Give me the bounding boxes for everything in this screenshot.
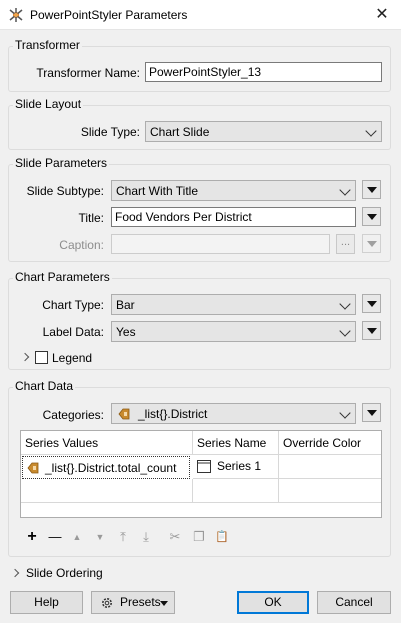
slide-subtype-label: Slide Subtype: xyxy=(26,184,104,198)
add-row-button[interactable]: + xyxy=(23,528,41,546)
help-button[interactable]: Help xyxy=(10,591,83,614)
dropdown-arrow-icon xyxy=(160,601,168,606)
attribute-icon xyxy=(27,462,39,474)
chart-type-label: Chart Type: xyxy=(42,298,104,312)
label-data-label: Label Data: xyxy=(42,325,104,339)
paste-button[interactable]: 📋 xyxy=(213,528,231,546)
dropdown-arrow-icon xyxy=(367,214,377,220)
column-header-series-values[interactable]: Series Values xyxy=(21,431,193,455)
chart-type-menu-button[interactable] xyxy=(362,294,381,313)
table-cell-series-name[interactable]: Series 1 xyxy=(193,455,279,479)
chevron-right-icon xyxy=(20,352,30,362)
cancel-button[interactable]: Cancel xyxy=(317,591,391,614)
categories-select[interactable]: _list{}.District xyxy=(111,403,356,424)
remove-row-button[interactable]: — xyxy=(46,528,64,546)
slide-ordering-expander[interactable]: Slide Ordering xyxy=(10,566,103,580)
chart-parameters-group-title: Chart Parameters xyxy=(13,270,112,284)
table-cell-empty[interactable] xyxy=(193,479,279,503)
column-header-series-name[interactable]: Series Name xyxy=(193,431,279,455)
slide-subtype-menu-button[interactable] xyxy=(362,180,381,199)
presets-label: Presets xyxy=(120,595,161,609)
dropdown-arrow-icon xyxy=(367,328,377,334)
title-input[interactable]: Food Vendors Per District xyxy=(111,207,356,227)
legend-label: Legend xyxy=(52,351,93,365)
app-icon xyxy=(9,8,23,22)
slide-layout-group-title: Slide Layout xyxy=(13,97,84,111)
chart-type-select[interactable]: Bar xyxy=(111,294,356,315)
close-icon[interactable]: ✕ xyxy=(367,1,397,29)
caption-input[interactable] xyxy=(111,234,330,254)
chevron-down-icon xyxy=(339,325,351,337)
table-cell-empty[interactable] xyxy=(21,479,193,503)
series-table[interactable]: Series Values Series Name Override Color… xyxy=(20,430,382,518)
slide-type-select[interactable]: Chart Slide xyxy=(145,121,382,142)
label-data-select[interactable]: Yes xyxy=(111,321,356,342)
title-menu-button[interactable] xyxy=(362,207,381,226)
label-data-value: Yes xyxy=(116,325,136,339)
column-header-override-color[interactable]: Override Color xyxy=(279,431,381,455)
series-name-icon xyxy=(197,460,211,473)
chevron-down-icon xyxy=(339,407,351,419)
dropdown-arrow-icon xyxy=(367,241,377,247)
caption-menu-button[interactable] xyxy=(362,234,381,253)
slide-type-value: Chart Slide xyxy=(150,125,210,139)
window-title: PowerPointStyler Parameters xyxy=(30,8,188,22)
chevron-down-icon xyxy=(339,298,351,310)
slide-subtype-value: Chart With Title xyxy=(116,184,199,198)
presets-button[interactable]: Presets xyxy=(91,591,175,614)
caption-label: Caption: xyxy=(59,238,104,252)
slide-subtype-select[interactable]: Chart With Title xyxy=(111,180,356,201)
slide-ordering-label: Slide Ordering xyxy=(26,566,103,580)
chart-type-value: Bar xyxy=(116,298,135,312)
cut-button[interactable]: ✂ xyxy=(166,528,184,546)
series-values-text: _list{}.District.total_count xyxy=(45,461,177,475)
chevron-right-icon xyxy=(10,568,20,578)
copy-button[interactable]: ❐ xyxy=(190,528,208,546)
table-cell-override-color[interactable] xyxy=(279,455,381,479)
title-bar: PowerPointStyler Parameters ✕ xyxy=(0,0,401,30)
transformer-group-title: Transformer xyxy=(13,38,82,52)
table-cell-series-values[interactable]: _list{}.District.total_count xyxy=(22,456,190,479)
slide-parameters-group-title: Slide Parameters xyxy=(13,156,110,170)
chart-data-group-title: Chart Data xyxy=(13,379,76,393)
move-up-button[interactable]: ▲ xyxy=(68,528,86,546)
categories-label: Categories: xyxy=(42,408,104,422)
legend-expander[interactable] xyxy=(20,350,36,364)
dropdown-arrow-icon xyxy=(367,187,377,193)
attribute-icon xyxy=(118,408,130,420)
title-label: Title: xyxy=(78,211,104,225)
chevron-down-icon xyxy=(365,125,377,137)
series-name-text: Series 1 xyxy=(217,459,262,473)
dropdown-arrow-icon xyxy=(367,301,377,307)
categories-value: _list{}.District xyxy=(138,407,208,421)
move-bottom-button[interactable]: ⤓ xyxy=(137,528,155,546)
chevron-down-icon xyxy=(339,184,351,196)
table-cell-empty[interactable] xyxy=(279,479,381,503)
caption-browse-button[interactable]: ... xyxy=(336,234,355,254)
ok-button[interactable]: OK xyxy=(237,591,309,614)
gear-icon xyxy=(102,598,112,608)
move-top-button[interactable]: ⤒ xyxy=(114,528,132,546)
slide-type-label: Slide Type: xyxy=(80,125,140,139)
move-down-button[interactable]: ▼ xyxy=(91,528,109,546)
transformer-name-input[interactable]: PowerPointStyler_13 xyxy=(145,62,382,82)
categories-menu-button[interactable] xyxy=(362,403,381,422)
label-data-menu-button[interactable] xyxy=(362,321,381,340)
transformer-name-label: Transformer Name: xyxy=(36,66,140,80)
legend-checkbox[interactable] xyxy=(35,351,48,364)
dropdown-arrow-icon xyxy=(367,410,377,416)
